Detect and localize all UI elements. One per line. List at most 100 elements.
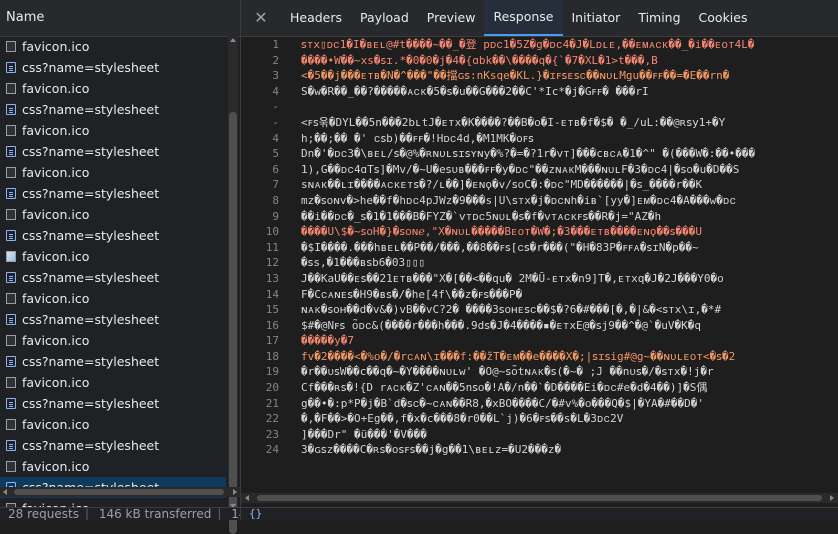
ico-file-icon	[6, 461, 16, 472]
response-line: 2 ����•W��~xs�ꜱɪ.*�0�0�j�4�{ɑbk��\����q�{…	[241, 53, 838, 69]
name-column-header[interactable]: Name	[0, 0, 240, 37]
request-row[interactable]: favicon.ico	[0, 36, 226, 57]
stylesheet-file-icon	[6, 230, 16, 241]
response-line-text: Dn�'�ᴅᴄ3�\ʙᴇʟ/ꜱ�@%�ʀɴᴜʟꜱɪꜱʏɴy�%?�=�?1r�ᴠ…	[301, 147, 756, 161]
tab-cookies[interactable]: Cookies	[690, 0, 757, 36]
request-name: css?name=stylesheet	[22, 102, 160, 117]
response-line: 14 F�Cᴄᴀɴᴇꜱ�H9�ʙꜱ�/�he[4f\��z�ꜰꜱ���P�	[241, 287, 838, 303]
line-number: 22	[265, 412, 279, 426]
response-line-text: sɴᴀᴋ��ʟɪ����ᴀᴄᴋᴇᴛꜱ�?/ʟ��]�ᴇɴϙ�v/ꜱᴏC�:�ᴅᴄ…	[301, 178, 703, 192]
stylesheet-file-icon	[6, 188, 16, 199]
stylesheet-file-icon	[6, 272, 16, 283]
request-row[interactable]: favicon.ico	[0, 456, 226, 477]
pretty-print-button[interactable]: {}	[249, 507, 262, 520]
line-number: 18	[265, 349, 279, 363]
image-file-icon	[6, 251, 16, 262]
response-line: 9 ��i��ᴅᴄ�_ꜱ�1�1���B�FYZ�`ᴠᴛᴅᴄ5ɴᴜʟ�ꜱ�f�ᴠᴛ…	[241, 209, 838, 225]
response-line: 15 ɴᴀᴋ�ꜱᴏʜ��d�v&�)vB��vC?2� ����3ꜱᴏʜᴇꜱᴄ��…	[241, 302, 838, 318]
status-separator: |	[217, 507, 222, 520]
request-row[interactable]: css?name=stylesheet	[0, 351, 226, 372]
request-row[interactable]: favicon.ico	[0, 120, 226, 141]
line-number: 15	[265, 303, 279, 317]
tab-response[interactable]: Response	[484, 0, 563, 36]
request-row[interactable]: css?name=stylesheet	[0, 99, 226, 120]
horizontal-scroll-thumb[interactable]	[14, 489, 224, 495]
request-detail-panel: ✕ Headers Payload Preview Response Initi…	[241, 0, 838, 521]
response-line: 24 3�ɢꜱz����C�ʀꜱ�ᴏꜱꜰꜱ��j�g��1\ʙᴇʟz=�U2���…	[241, 442, 838, 458]
stylesheet-file-icon	[6, 356, 16, 367]
scroll-right-arrow-icon[interactable]	[830, 495, 834, 501]
response-line-text: ����•W��~xs�ꜱɪ.*�0�0�j�4�{ɑbk��\����q�{`…	[301, 53, 658, 67]
response-line: 7 sɴᴀᴋ��ʟɪ����ᴀᴄᴋᴇᴛꜱ�?/ʟ��]�ᴇɴϙ�v/ꜱᴏC�:�ᴅ…	[241, 177, 838, 193]
response-line: 5 Dn�'�ᴅᴄ3�\ʙᴇʟ/ꜱ�@%�ʀɴᴜʟꜱɪꜱʏɴy�%?�=�?1r�…	[241, 146, 838, 162]
request-row[interactable]: favicon.ico	[0, 414, 226, 435]
request-row[interactable]: css?name=stylesheet	[0, 267, 226, 288]
line-number: 5	[272, 147, 279, 161]
request-rows: favicon.ico css?name=stylesheet favicon.ic…	[0, 36, 226, 510]
tab-headers[interactable]: Headers	[281, 0, 351, 36]
response-line: -	[241, 99, 838, 115]
response-line-text: �����y�7	[301, 334, 354, 348]
horizontal-scroll-thumb[interactable]	[257, 495, 822, 501]
response-body-viewer[interactable]: 1 ꜱᴛx▯ᴅᴄ1�I�ʙᴇʟ@#t����~��_�登 pᴅᴄ1�5Z�g�ᴅᴄ…	[241, 37, 838, 489]
line-number: 13	[265, 271, 279, 285]
line-number: -	[272, 115, 279, 129]
request-row[interactable]: favicon.ico	[0, 330, 226, 351]
tab-preview[interactable]: Preview	[418, 0, 485, 36]
request-name: css?name=stylesheet	[22, 396, 160, 411]
request-list-vertical-scrollbar[interactable]	[228, 36, 238, 534]
tab-initiator[interactable]: Initiator	[563, 0, 630, 36]
response-horizontal-scrollbar[interactable]	[241, 493, 838, 503]
request-name: favicon.ico	[22, 165, 90, 180]
request-row[interactable]: favicon.ico	[0, 372, 226, 393]
request-row[interactable]: css?name=stylesheet	[0, 57, 226, 78]
response-line-text: fv�2����<�%ᴏ�/�rᴄᴀɴ\ɪ���f:��z̃T�ᴇᴍ��e���…	[301, 349, 736, 363]
line-number: 2	[272, 53, 279, 67]
tab-payload[interactable]: Payload	[351, 0, 418, 36]
request-row[interactable]: css?name=stylesheet	[0, 309, 226, 330]
request-row[interactable]: css?name=stylesheet	[0, 435, 226, 456]
request-name: favicon.ico	[22, 417, 90, 432]
request-name: css?name=stylesheet	[22, 312, 160, 327]
request-name: css?name=stylesheet	[22, 270, 160, 285]
request-name: css?name=stylesheet	[22, 438, 160, 453]
close-icon[interactable]: ✕	[241, 0, 281, 36]
stylesheet-file-icon	[6, 398, 16, 409]
request-name: favicon.ico	[22, 291, 90, 306]
stylesheet-file-icon	[6, 314, 16, 325]
request-row[interactable]: favicon.ico	[0, 288, 226, 309]
tab-timing[interactable]: Timing	[629, 0, 689, 36]
response-line-text: J��KaU��ᴇꜱ��21ᴇᴛʙ���"X�[��<��qu� 2M�Ū-ᴇᴛ…	[301, 271, 724, 285]
response-line: 16 $#�@Nꜰꜱ ᴏ̃ᴅᴄ&(����r���h���.9dꜱ�J�4����…	[241, 318, 838, 334]
request-row[interactable]: css?name=stylesheet	[0, 393, 226, 414]
stylesheet-file-icon	[6, 440, 16, 451]
request-list-horizontal-scrollbar[interactable]	[0, 487, 240, 497]
request-name: favicon.ico	[22, 207, 90, 222]
response-line: 22 �,�F��>�O+Eg��,f�x�c���8�r0��L`j)�6�ꜰꜱ…	[241, 411, 838, 427]
scroll-right-arrow-icon[interactable]	[233, 489, 237, 495]
status-separator: |	[84, 507, 89, 520]
line-number: 20	[265, 381, 279, 395]
request-row[interactable]: css?name=stylesheet	[0, 141, 226, 162]
request-row[interactable]: css?name=stylesheet	[0, 225, 226, 246]
response-line-text: 3�ɢꜱz����C�ʀꜱ�ᴏꜱꜰꜱ��j�g��1\ʙᴇʟz=�U2���z�	[301, 443, 562, 457]
vertical-scroll-thumb[interactable]	[229, 112, 237, 534]
request-row[interactable]: css?name=stylesheet	[0, 183, 226, 204]
ico-file-icon	[6, 377, 16, 388]
line-number: 19	[265, 365, 279, 379]
scroll-left-arrow-icon[interactable]	[3, 489, 7, 495]
request-row[interactable]: favicon.ico	[0, 78, 226, 99]
scroll-left-arrow-icon[interactable]	[245, 495, 249, 501]
request-row[interactable]: favicon.ico	[0, 162, 226, 183]
request-count: 28 requests	[8, 507, 79, 520]
line-number: 11	[265, 240, 279, 254]
ico-file-icon	[6, 83, 16, 94]
stylesheet-file-icon	[6, 62, 16, 73]
ico-file-icon	[6, 293, 16, 304]
request-row[interactable]: favicon.ico	[0, 246, 226, 267]
line-number: 24	[265, 443, 279, 457]
resources-size: 147 kB	[231, 507, 240, 520]
request-name: css?name=stylesheet	[22, 144, 160, 159]
request-row[interactable]: favicon.ico	[0, 204, 226, 225]
scroll-up-arrow-icon[interactable]	[230, 38, 236, 42]
